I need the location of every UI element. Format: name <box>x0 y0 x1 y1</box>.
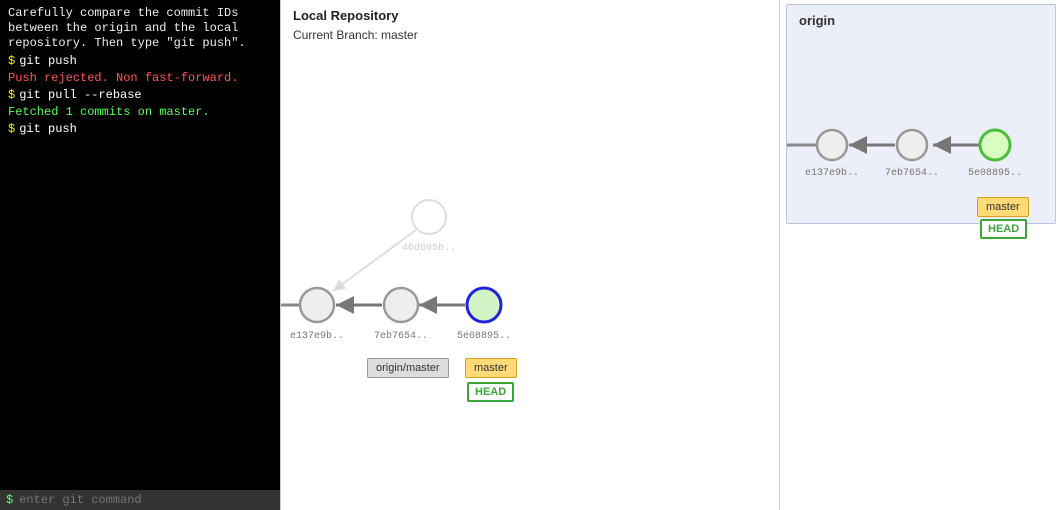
command-input[interactable] <box>17 492 274 508</box>
commit-node-rebased <box>412 200 446 234</box>
commit-node <box>300 288 334 322</box>
ref-origin-master: origin/master <box>367 358 449 378</box>
commit-node <box>817 130 847 160</box>
origin-panel: origin e137e9b.. 7eb7654.. 5e08895.. mas… <box>786 4 1056 224</box>
ref-head: HEAD <box>467 382 514 402</box>
commit-node-head <box>467 288 501 322</box>
commit-id: 7eb7654.. <box>885 167 939 179</box>
terminal-line: Fetched 1 commits on master. <box>8 105 272 119</box>
terminal-panel: Carefully compare the commit IDs between… <box>0 0 280 510</box>
local-repo-panel: Local Repository Current Branch: master … <box>280 0 780 510</box>
ref-master: master <box>977 197 1029 217</box>
origin-commit-graph: e137e9b.. 7eb7654.. 5e08895.. <box>787 5 1057 225</box>
prompt-icon: $ <box>8 122 15 136</box>
prompt-icon: $ <box>8 54 15 68</box>
commit-id: 5e08895.. <box>457 331 511 342</box>
ref-head: HEAD <box>980 219 1027 239</box>
command-bar[interactable]: $ <box>0 490 280 510</box>
prompt-icon: $ <box>6 493 13 507</box>
commit-id: e137e9b.. <box>805 167 859 179</box>
terminal-line: $git pull --rebase <box>8 88 272 102</box>
terminal-instruction: Carefully compare the commit IDs between… <box>8 6 272 51</box>
ref-master: master <box>465 358 517 378</box>
commit-id: 5e08895.. <box>968 168 1022 179</box>
commit-node <box>897 130 927 160</box>
local-commit-graph: e137e9b.. 7eb7654.. 5e08895.. 46d095b.. <box>281 0 781 510</box>
terminal-line: Push rejected. Non fast-forward. <box>8 71 272 85</box>
commit-id: 7eb7654.. <box>374 330 428 342</box>
commit-id: 46d095b.. <box>402 242 456 254</box>
prompt-icon: $ <box>8 88 15 102</box>
terminal-line: $git push <box>8 54 272 68</box>
commit-node-head <box>980 130 1010 160</box>
terminal-line: $git push <box>8 122 272 136</box>
commit-node <box>384 288 418 322</box>
commit-id: e137e9b.. <box>290 330 344 342</box>
